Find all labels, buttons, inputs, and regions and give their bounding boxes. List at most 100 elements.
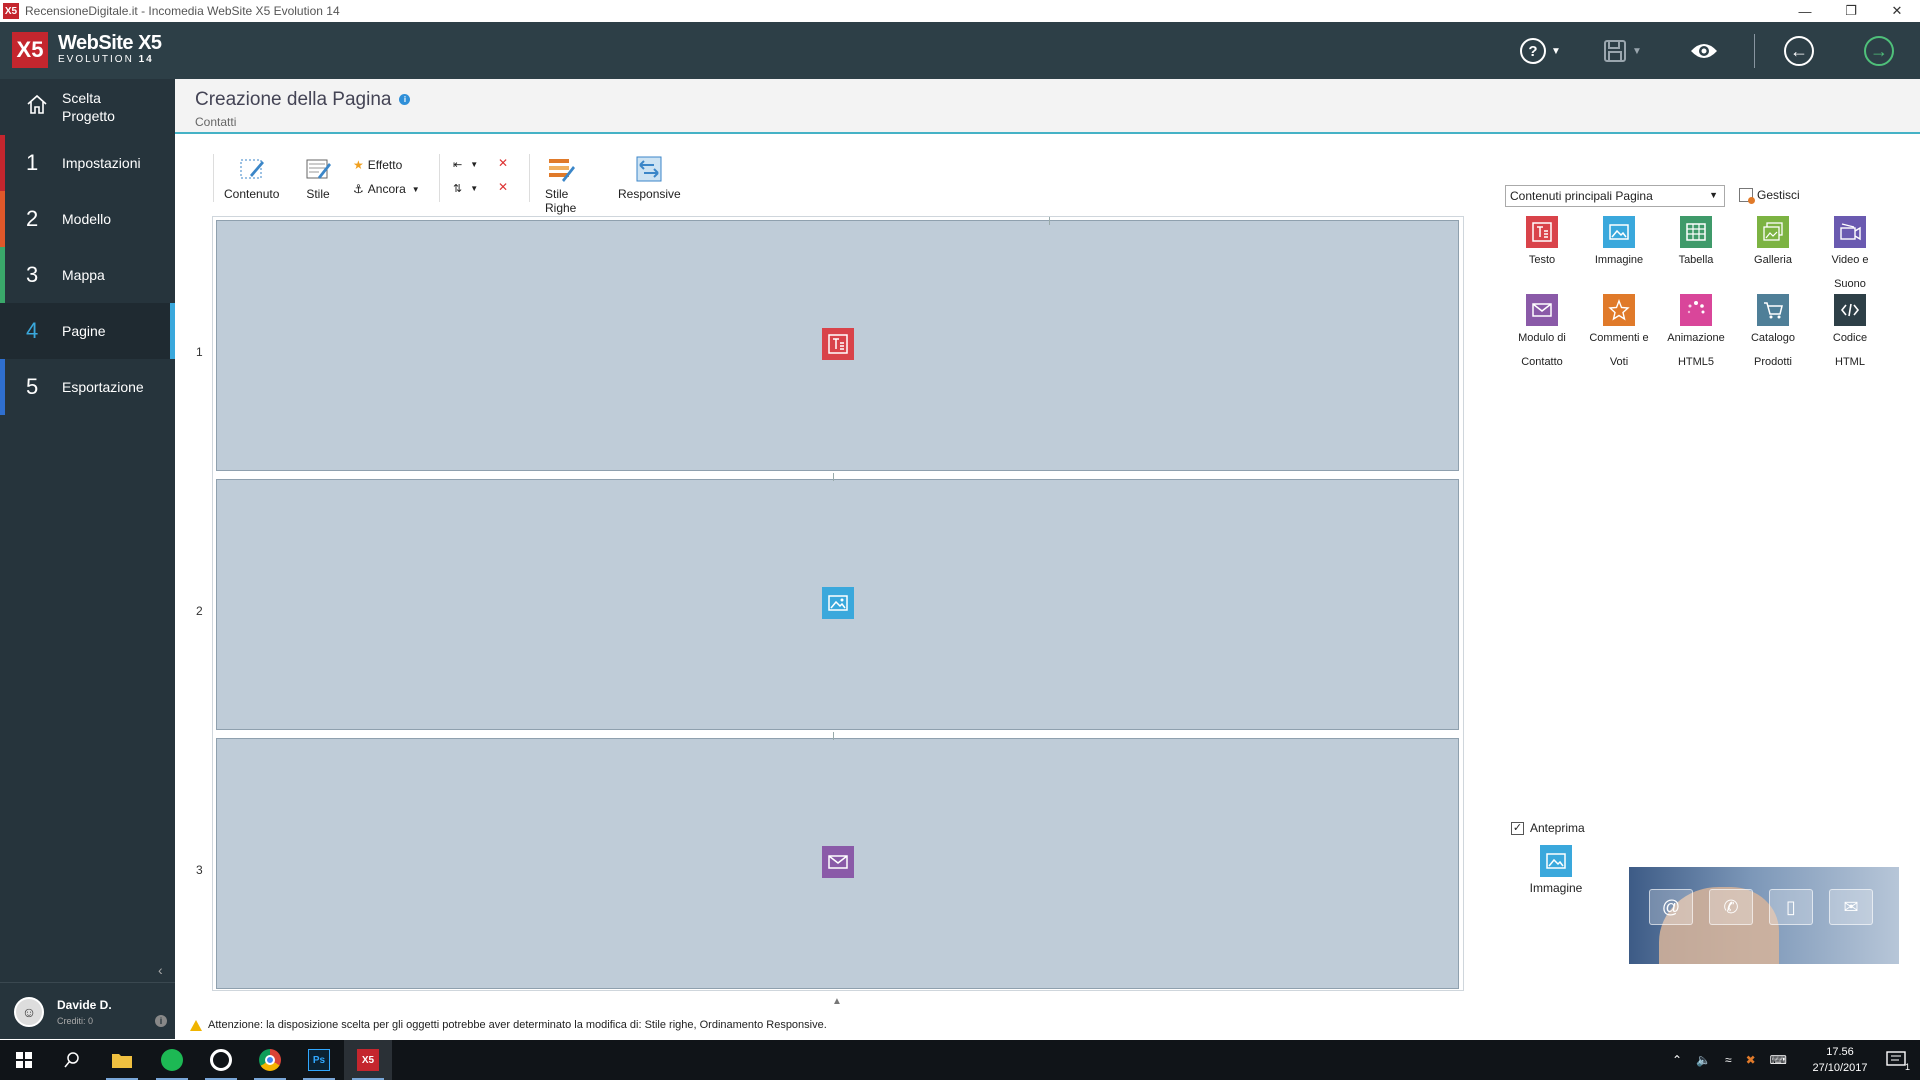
warning-message: Attenzione: la disposizione scelta per g… [190, 1019, 827, 1031]
minimize-button[interactable]: — [1782, 0, 1828, 22]
volume-icon[interactable]: 🔈 [1696, 1053, 1711, 1067]
back-button[interactable]: ← [1784, 34, 1814, 68]
row-number: 2 [196, 604, 203, 618]
preview-button[interactable] [1690, 34, 1718, 68]
envelope-icon: ✉ [1829, 889, 1873, 925]
ancora-button[interactable]: ⚓ Ancora ▼ [353, 182, 420, 196]
help-button[interactable]: ? ▼ [1520, 34, 1561, 68]
sidebar-item-modello[interactable]: 2 Modello [0, 191, 175, 247]
object-testo[interactable]: Testo [1506, 216, 1578, 266]
brand-name: WebSite X5 [58, 32, 162, 54]
info-icon[interactable]: i [399, 94, 411, 106]
chevron-down-icon: ▼ [470, 184, 479, 193]
clock[interactable]: 17.56 27/10/2017 [1805, 1044, 1875, 1076]
image-icon [1540, 845, 1572, 877]
responsive-icon [634, 154, 664, 184]
anchor-icon: ⚓ [353, 182, 364, 196]
delete-icon: ✕ [498, 180, 509, 194]
object-animazione-html5[interactable]: Animazione HTML5 [1660, 294, 1732, 368]
file-explorer-button[interactable] [98, 1040, 146, 1080]
user-credits: Crediti: 0 [57, 1016, 94, 1026]
object-codice-html[interactable]: Codice HTML [1814, 294, 1886, 368]
collapse-sidebar-button[interactable]: ‹ [158, 962, 163, 978]
immagine-icon[interactable] [822, 587, 854, 619]
start-button[interactable] [0, 1040, 48, 1080]
save-icon [1604, 40, 1626, 62]
modulo-icon[interactable] [822, 846, 854, 878]
contenuto-button[interactable]: Contenuto [224, 154, 279, 201]
chevron-up-icon[interactable]: ⌃ [1672, 1053, 1682, 1067]
effetto-button[interactable]: ★ Effetto [353, 158, 402, 172]
search-button[interactable] [48, 1040, 96, 1080]
photoshop-button[interactable]: Ps [295, 1040, 343, 1080]
row-style-icon [546, 154, 576, 184]
brand: X5 WebSite X5 EVOLUTION 14 [12, 32, 162, 68]
preview-object-label: Immagine [1529, 881, 1583, 895]
grid-row[interactable] [216, 220, 1459, 471]
align-left-button[interactable]: ⇤ ▼ [453, 158, 478, 171]
forward-button[interactable]: → [1864, 34, 1894, 68]
folder-icon [112, 1054, 132, 1068]
spotify-button[interactable] [148, 1040, 196, 1080]
resize-handle-icon[interactable]: ▲ [832, 996, 842, 1007]
mail-icon [1526, 294, 1558, 326]
notifications-button[interactable]: 1 [1872, 1040, 1920, 1080]
align-top-button[interactable]: ⇅ ▼ [453, 182, 478, 195]
text-icon [1526, 216, 1558, 248]
align-icon: ⇤ [453, 159, 463, 171]
animation-icon [1680, 294, 1712, 326]
object-video-suono[interactable]: Video e Suono [1814, 216, 1886, 290]
keyboard-icon[interactable]: ⌨ [1770, 1053, 1787, 1067]
avatar[interactable]: ☺ [14, 997, 44, 1027]
cart-icon [1757, 294, 1789, 326]
search-icon [64, 1052, 79, 1068]
wifi-icon[interactable]: ≈ [1725, 1053, 1732, 1067]
object-immagine[interactable]: Immagine [1583, 216, 1655, 266]
remove-row-button[interactable]: ✕ [498, 180, 508, 194]
save-button[interactable]: ▼ [1603, 34, 1642, 68]
sidebar-item-mappa[interactable]: 3 Mappa [0, 247, 175, 303]
anteprima-checkbox[interactable]: ✓ Anteprima [1511, 821, 1585, 835]
grid-row[interactable] [216, 479, 1459, 730]
tools-icon[interactable]: ✖ [1746, 1053, 1756, 1067]
at-icon: @ [1649, 889, 1693, 925]
gallery-icon [1757, 216, 1789, 248]
sidebar-item-home[interactable]: Scelta Progetto [0, 79, 175, 135]
grid-row[interactable] [216, 738, 1459, 989]
warning-icon [190, 1019, 202, 1031]
object-catalogo-prodotti[interactable]: Catalogo Prodotti [1737, 294, 1809, 368]
title-bar: X5 RecensioneDigitale.it - Incomedia Web… [0, 0, 1920, 22]
close-window-button[interactable]: ✕ [1874, 0, 1920, 22]
info-icon[interactable]: i [155, 1015, 167, 1027]
object-galleria[interactable]: Galleria [1737, 216, 1809, 266]
gestisci-button[interactable]: Gestisci [1739, 188, 1800, 204]
stile-button[interactable]: Stile [303, 154, 333, 201]
app-button[interactable] [197, 1040, 245, 1080]
checkbox-checked-icon: ✓ [1511, 821, 1524, 835]
stile-righe-button[interactable]: Stile Righe [545, 154, 576, 215]
chevron-down-icon: ▼ [1632, 45, 1642, 57]
star-icon [1603, 294, 1635, 326]
responsive-button[interactable]: Responsive [618, 154, 681, 201]
remove-column-button[interactable]: ✕ [498, 156, 508, 170]
websitex5-button[interactable]: X5 [344, 1040, 392, 1080]
object-tabella[interactable]: Tabella [1660, 216, 1732, 266]
brand-logo-icon: X5 [12, 32, 48, 68]
page-title: Creazione della Pagina i [195, 89, 411, 111]
object-category-select[interactable]: Contenuti principali Pagina ▼ [1505, 185, 1725, 207]
testo-icon[interactable] [822, 328, 854, 360]
sidebar-item-esportazione[interactable]: 5 Esportazione [0, 359, 175, 415]
star-icon: ★ [353, 158, 364, 172]
object-modulo-contatto[interactable]: Modulo di Contatto [1506, 294, 1578, 368]
row-number: 3 [196, 863, 203, 877]
sidebar-item-impostazioni[interactable]: 1 Impostazioni [0, 135, 175, 191]
sidebar-item-pagine[interactable]: 4 Pagine [0, 303, 175, 359]
photoshop-icon: Ps [308, 1049, 330, 1071]
app-logo-icon: X5 [3, 3, 19, 19]
object-commenti-voti[interactable]: Commenti e Voti [1583, 294, 1655, 368]
chrome-button[interactable] [246, 1040, 294, 1080]
chevron-down-icon: ▼ [470, 160, 479, 169]
taskbar: Ps X5 ⌃ 🔈 ≈ ✖ ⌨ 17.56 27/10/2017 1 [0, 1040, 1920, 1080]
brand-edition: EVOLUTION 14 [58, 54, 154, 65]
restore-button[interactable]: ❐ [1828, 0, 1874, 22]
